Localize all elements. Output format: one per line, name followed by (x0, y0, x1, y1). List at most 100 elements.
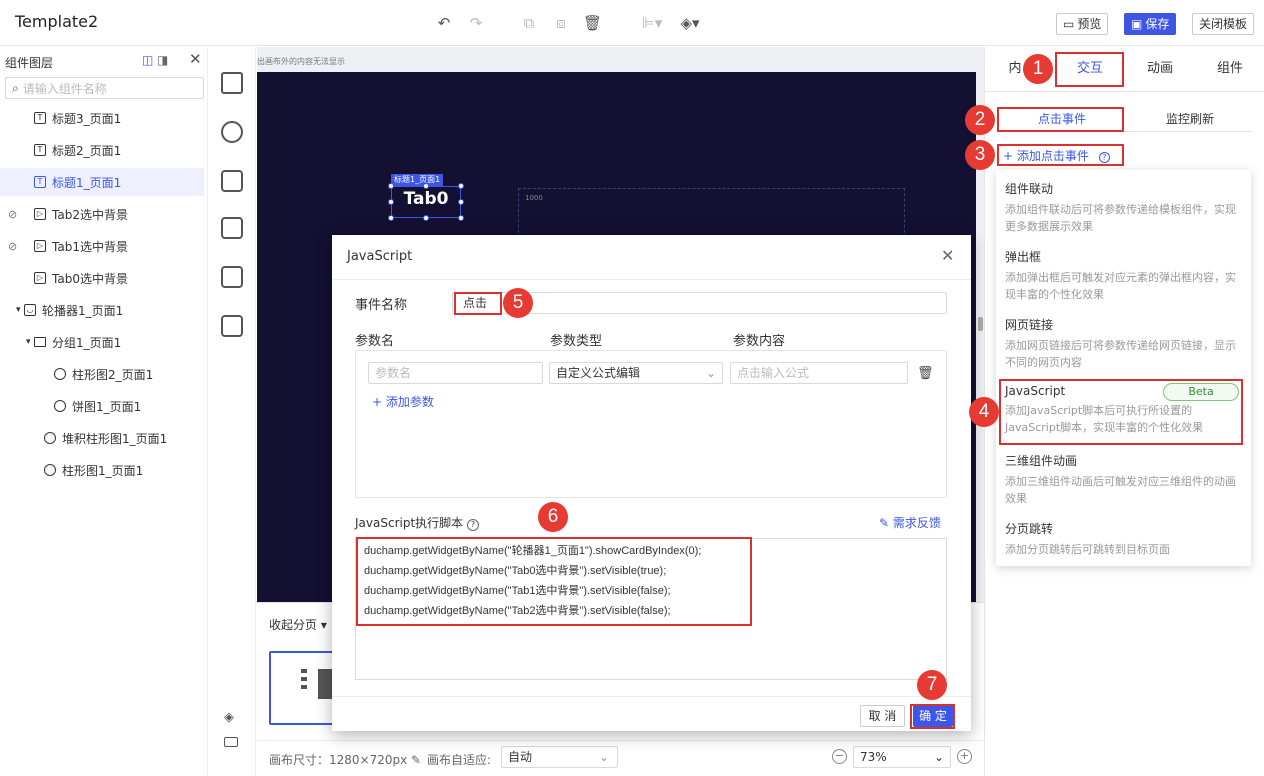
plus-icon: + (372, 395, 383, 409)
thumb-mark (301, 677, 307, 681)
resize-handle[interactable] (458, 215, 464, 221)
hidden-eye-icon[interactable]: ⊘ (8, 240, 17, 253)
canvas-fit-select[interactable]: 自动 ⌄ (501, 746, 618, 768)
menu-item-popup[interactable]: 弹出框 添加弹出框后可触发对应元素的弹出框内容，实现丰富的个性化效果 (1005, 248, 1245, 303)
annotation-badge: 2 (965, 105, 995, 135)
thumb-mark (301, 685, 307, 689)
chart-pie-icon[interactable] (221, 121, 243, 143)
resize-handle[interactable] (388, 215, 394, 221)
text-tool-icon[interactable] (221, 170, 243, 192)
undo-icon[interactable]: ↶ (435, 14, 453, 32)
menu-item-title: 网页链接 (1005, 318, 1054, 332)
param-content-header: 参数内容 (733, 334, 786, 349)
help-icon[interactable]: ? (466, 519, 479, 531)
chart-widget-outline[interactable] (518, 188, 905, 238)
layer-item[interactable]: 饼图1_页面1 (0, 392, 204, 420)
layer-label: 柱形图2_页面1 (72, 367, 154, 382)
resize-handle[interactable] (423, 183, 429, 189)
close-icon[interactable]: ✕ (189, 50, 202, 68)
layer-item[interactable]: ⊘ ▷ Tab2选中背景 (0, 200, 204, 228)
list-view-icon[interactable]: ◫ (142, 53, 153, 67)
layer-item[interactable]: T 标题2_页面1 (0, 136, 204, 164)
annotation-box (999, 379, 1243, 445)
resize-handle[interactable] (458, 199, 464, 205)
menu-item-title: 弹出框 (1005, 250, 1042, 264)
layer-item[interactable]: T 标题1_页面1 (0, 168, 204, 196)
subtab-monitor-refresh[interactable]: 监控刷新 (1145, 108, 1235, 130)
chevron-down-icon: ⌄ (933, 750, 944, 764)
layers-icon[interactable]: ◈ (224, 710, 238, 725)
close-icon[interactable]: ✕ (941, 246, 954, 265)
zoom-select[interactable]: 73% ⌄ (853, 746, 951, 768)
annotation-box (356, 537, 752, 626)
resize-handle[interactable] (388, 183, 394, 189)
canvas-scrollbar[interactable] (978, 317, 983, 331)
zoom-in-icon[interactable]: + (957, 749, 972, 764)
copy-icon[interactable]: ⧉ (520, 14, 538, 32)
hidden-eye-icon[interactable]: ⊘ (8, 208, 17, 221)
paste-icon[interactable]: ⧈ (552, 14, 570, 32)
component-toolstrip (209, 47, 256, 776)
redo-icon[interactable]: ↷ (467, 14, 485, 32)
layer-label: 分组1_页面1 (52, 335, 122, 350)
grid-view-icon[interactable]: ◨ (157, 53, 168, 67)
layer-item[interactable]: ▾ 分组1_页面1 (0, 328, 204, 356)
layer-label: 标题2_页面1 (52, 143, 122, 158)
delete-icon[interactable]: 🗑 (583, 14, 602, 32)
tab-divider (985, 91, 1264, 92)
layer-order-icon[interactable]: ◈▾ (678, 14, 702, 32)
tab-component[interactable]: 组件 (1205, 52, 1255, 86)
layer-item[interactable]: ▾ ◡ 轮播器1_页面1 (0, 296, 204, 324)
tab-content[interactable]: 内 (1005, 52, 1025, 86)
save-button[interactable]: ▣ 保存 (1124, 13, 1177, 35)
param-type-value: 自定义公式编辑 (556, 366, 641, 380)
preview-button[interactable]: ▭ 预览 (1056, 13, 1109, 35)
monitor-icon: ▭ (1063, 17, 1075, 31)
collapse-pages-toggle[interactable]: 收起分页 ▾ (269, 616, 327, 633)
resize-handle[interactable] (388, 199, 394, 205)
delete-param-icon[interactable]: 🗑 (917, 366, 934, 381)
keyboard-icon[interactable] (224, 737, 238, 747)
layer-label: Tab2选中背景 (52, 207, 128, 222)
edit-icon[interactable]: ✎ (411, 753, 421, 767)
menu-item-page-jump[interactable]: 分页跳转 添加分页跳转后可跳转到目标页面 (1005, 520, 1245, 558)
layer-item[interactable]: T 标题3_页面1 (0, 104, 204, 132)
layer-search-input[interactable]: ⌕ 请输入组件名称 (5, 77, 204, 99)
annotation-box (997, 144, 1124, 166)
canvas-hint: 出画布外的内容无法显示 (257, 57, 345, 66)
media-tool-icon[interactable] (221, 217, 243, 239)
layer-item[interactable]: 柱形图2_页面1 (0, 360, 204, 388)
zoom-out-icon[interactable]: − (832, 749, 847, 764)
layer-item[interactable]: 堆积柱形图1_页面1 (0, 424, 204, 452)
tab-animation[interactable]: 动画 (1135, 52, 1185, 86)
menu-item-web-link[interactable]: 网页链接 添加网页链接后可将参数传递给网页链接，显示不同的网页内容 (1005, 316, 1245, 371)
layer-panel: 组件图层 ◫ ◨ ✕ ⌕ 请输入组件名称 T 标题3_页面1 T 标题2_页面1 T 标题… (0, 47, 208, 776)
feedback-link[interactable]: ✎ 需求反馈 (879, 514, 941, 531)
event-type-menu: 组件联动 添加组件联动后可将参数传递给模板组件，实现更多数据展示效果 弹出框 添加弹… (996, 170, 1251, 566)
text-icon: T (34, 176, 46, 188)
resize-handle[interactable] (458, 183, 464, 189)
menu-item-title: 分页跳转 (1005, 522, 1054, 536)
resize-handle[interactable] (423, 215, 429, 221)
layer-item[interactable]: ⊘ ▷ Tab1选中背景 (0, 232, 204, 260)
param-type-select[interactable]: 自定义公式编辑 ⌄ (549, 362, 723, 384)
container-tool-icon[interactable] (221, 266, 243, 288)
add-param-label: 添加参数 (385, 395, 434, 409)
param-type-header: 参数类型 (550, 334, 603, 349)
param-content-input[interactable]: 点击输入公式 (730, 362, 908, 384)
menu-item-3d-animation[interactable]: 三维组件动画 添加三维组件动画后可触发对应三维组件的动画效果 (1005, 452, 1245, 507)
add-param-button[interactable]: + 添加参数 (372, 393, 434, 410)
caret-down-icon[interactable]: ▾ (16, 305, 24, 315)
align-icon[interactable]: ⊫▾ (640, 14, 664, 32)
3d-cube-icon[interactable] (221, 72, 243, 94)
menu-item-widget-link[interactable]: 组件联动 添加组件联动后可将参数传递给模板组件，实现更多数据展示效果 (1005, 180, 1245, 235)
table-tool-icon[interactable] (221, 315, 243, 337)
layer-item[interactable]: 柱形图1_页面1 (0, 456, 204, 484)
annotation-badge: 7 (917, 670, 947, 700)
page-thumbnail[interactable] (269, 651, 335, 725)
cancel-button[interactable]: 取 消 (860, 705, 905, 727)
close-template-button[interactable]: 关闭模板 (1192, 13, 1255, 35)
caret-down-icon[interactable]: ▾ (26, 337, 34, 347)
layer-item[interactable]: ▷ Tab0选中背景 (0, 264, 204, 292)
param-name-input[interactable]: 参数名 (368, 362, 543, 384)
